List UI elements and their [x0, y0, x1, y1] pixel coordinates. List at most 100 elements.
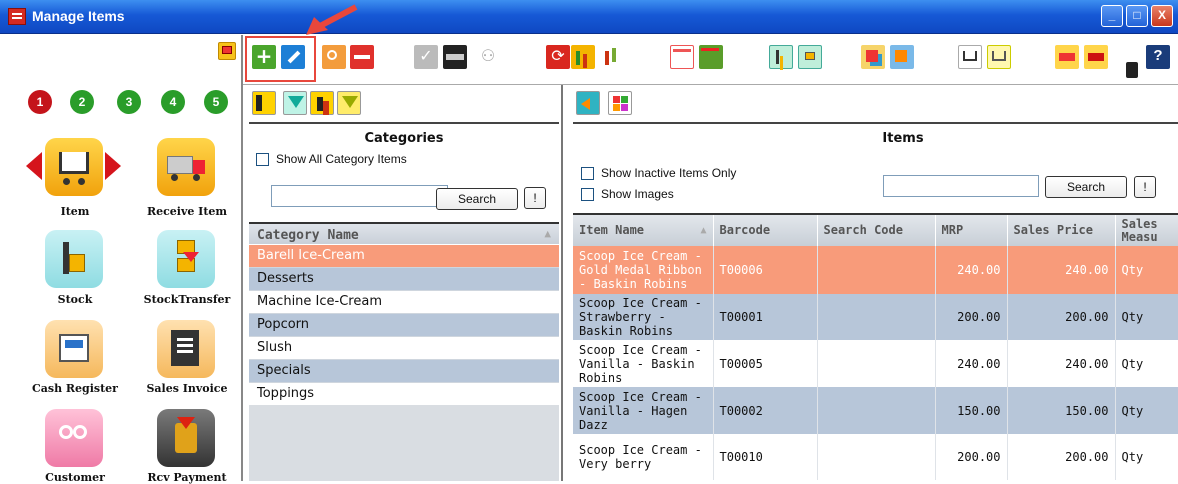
- close-button[interactable]: X: [1151, 5, 1173, 27]
- item-clear-button[interactable]: !: [1134, 176, 1156, 198]
- check-icon[interactable]: ✓: [414, 45, 438, 69]
- cell-barcode: T00010: [713, 434, 818, 480]
- items-header-row: Item Name ▲ Barcode Search Code MRP Sales…: [573, 213, 1178, 246]
- category-row[interactable]: Popcorn: [249, 314, 559, 337]
- filter-icon[interactable]: [283, 91, 307, 115]
- category-row[interactable]: Machine Ice-Cream: [249, 291, 559, 314]
- table-row[interactable]: Scoop Ice Cream - Vanilla - Baskin Robin…: [573, 340, 1178, 387]
- column-header-mrp[interactable]: MRP: [935, 213, 1008, 246]
- step-5[interactable]: 5: [204, 90, 228, 114]
- hierarchy-icon[interactable]: ⚇: [476, 45, 500, 69]
- items-title: Items: [882, 131, 924, 146]
- tree-view-icon[interactable]: [252, 91, 276, 115]
- cart-alt-icon[interactable]: [987, 45, 1011, 69]
- dropdown-icon[interactable]: [1126, 62, 1138, 78]
- column-header-search-code[interactable]: Search Code: [817, 213, 936, 246]
- category-row[interactable]: Desserts: [249, 268, 559, 291]
- help-icon[interactable]: ?: [1146, 45, 1170, 69]
- grid-color-icon[interactable]: [608, 91, 632, 115]
- refresh-icon[interactable]: ⟳: [546, 45, 570, 69]
- category-search-button[interactable]: Search: [436, 188, 518, 210]
- truck-icon[interactable]: [157, 138, 215, 196]
- invoice-icon[interactable]: [157, 320, 215, 378]
- delete-icon[interactable]: [350, 45, 374, 69]
- truck-small-icon[interactable]: [1055, 45, 1079, 69]
- show-all-category-label: Show All Category Items: [276, 152, 407, 166]
- cell-search-code: [817, 434, 936, 480]
- category-icon[interactable]: [861, 45, 885, 69]
- cell-mrp: 240.00: [935, 246, 1008, 294]
- cell-sales-measure: Qty: [1115, 294, 1178, 340]
- cell-mrp: 240.00: [935, 340, 1008, 387]
- filter-alt-icon[interactable]: [337, 91, 361, 115]
- cart-icon[interactable]: [45, 138, 103, 196]
- show-images-checkbox[interactable]: [581, 188, 594, 201]
- hierarchy-tree-icon[interactable]: [310, 91, 334, 115]
- search-icon[interactable]: [322, 45, 346, 69]
- table-row[interactable]: Scoop Ice Cream - Strawberry - Baskin Ro…: [573, 294, 1178, 340]
- stock-icon[interactable]: [45, 230, 103, 288]
- sort-arrow-icon: ▲: [700, 225, 707, 236]
- item-search-input[interactable]: [883, 175, 1039, 197]
- step-3[interactable]: 3: [117, 90, 141, 114]
- cash-register-icon[interactable]: [45, 320, 103, 378]
- tile-label-stocktransfer: StockTransfer: [143, 293, 231, 306]
- table-icon[interactable]: [670, 45, 694, 69]
- category-name-header[interactable]: Category Name ▲: [249, 222, 559, 244]
- transfer-small-icon[interactable]: [798, 45, 822, 69]
- categories-title: Categories: [364, 131, 444, 146]
- transfer-icon[interactable]: [157, 230, 215, 288]
- column-header-item-name[interactable]: Item Name ▲: [573, 213, 714, 246]
- cell-sales-price: 240.00: [1007, 340, 1116, 387]
- column-header-barcode[interactable]: Barcode: [713, 213, 818, 246]
- bar-chart-icon[interactable]: [571, 45, 595, 69]
- cell-sales-measure: Qty: [1115, 434, 1178, 480]
- cell-sales-price: 150.00: [1007, 387, 1116, 434]
- column-header-item-name-label: Item Name: [579, 223, 645, 237]
- maximize-button[interactable]: □: [1126, 5, 1148, 27]
- title-bar: Manage Items _ □ X: [0, 0, 1178, 34]
- back-arrow-icon[interactable]: [576, 91, 600, 115]
- prev-arrow-icon[interactable]: [26, 152, 42, 180]
- category-search-input[interactable]: [271, 185, 448, 207]
- payment-icon[interactable]: [157, 409, 215, 467]
- next-arrow-icon[interactable]: [105, 152, 121, 180]
- item-search-button[interactable]: Search: [1045, 176, 1127, 198]
- table-row[interactable]: Scoop Ice Cream - Very berry T00010 200.…: [573, 434, 1178, 480]
- column-header-sales-measure[interactable]: Sales Measu: [1115, 213, 1178, 246]
- category-row[interactable]: Barell Ice-Cream: [249, 245, 559, 268]
- cell-barcode: T00005: [713, 340, 818, 387]
- app-icon: [8, 8, 26, 25]
- minimize-button[interactable]: _: [1101, 5, 1123, 27]
- show-inactive-label: Show Inactive Items Only: [601, 166, 737, 180]
- cell-sales-measure: Qty: [1115, 340, 1178, 387]
- table-row[interactable]: Scoop Ice Cream - Gold Medal Ribbon - Ba…: [573, 246, 1178, 294]
- tile-label-stock: Stock: [57, 293, 93, 306]
- calculator-icon[interactable]: [443, 45, 467, 69]
- category-row[interactable]: Slush: [249, 337, 559, 360]
- switch-window-icon[interactable]: [218, 42, 236, 60]
- step-1[interactable]: 1: [28, 90, 52, 114]
- truck-alt-icon[interactable]: [1084, 45, 1108, 69]
- cell-sales-price: 200.00: [1007, 434, 1116, 480]
- stock-small-icon[interactable]: [769, 45, 793, 69]
- column-header-sales-price[interactable]: Sales Price: [1007, 213, 1116, 246]
- show-inactive-checkbox[interactable]: [581, 167, 594, 180]
- cart-small-icon[interactable]: [958, 45, 982, 69]
- category-alt-icon[interactable]: [890, 45, 914, 69]
- cell-barcode: T00006: [713, 246, 818, 294]
- category-clear-button[interactable]: !: [524, 187, 546, 209]
- step-indicators: 1 2 3 4 5: [0, 90, 243, 118]
- step-2[interactable]: 2: [70, 90, 94, 114]
- items-divider: [573, 122, 1178, 124]
- bar-chart-red-icon[interactable]: [600, 45, 624, 69]
- customer-icon[interactable]: [45, 409, 103, 467]
- table-row[interactable]: Scoop Ice Cream - Vanilla - Hagen Dazz T…: [573, 387, 1178, 434]
- show-all-category-checkbox[interactable]: [256, 153, 269, 166]
- step-4[interactable]: 4: [161, 90, 185, 114]
- cell-item-name: Scoop Ice Cream - Strawberry - Baskin Ro…: [573, 294, 714, 340]
- tile-label-sales-invoice: Sales Invoice: [146, 382, 228, 395]
- category-row[interactable]: Specials: [249, 360, 559, 383]
- category-row[interactable]: Toppings: [249, 383, 559, 406]
- table-down-icon[interactable]: [699, 45, 723, 69]
